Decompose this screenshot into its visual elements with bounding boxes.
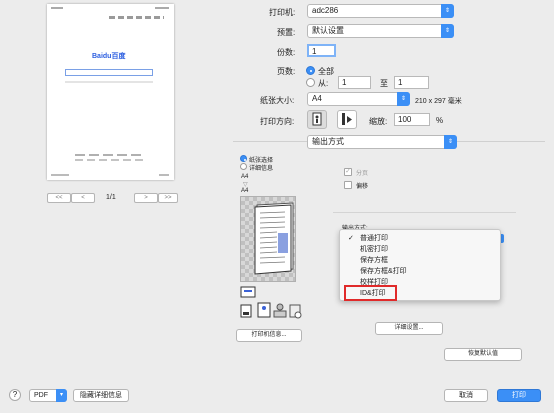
pdf-menu-button[interactable]: PDF ▾: [29, 389, 67, 402]
preview-footer-line: [75, 154, 145, 156]
printer-device-icons: [240, 286, 302, 319]
copies-label: 份数:: [277, 48, 296, 57]
menu-item-save-box[interactable]: 保存方框: [360, 256, 388, 265]
detail-info-label: 详细信息: [249, 166, 274, 172]
preview-logo-text: Baidu百度: [92, 53, 126, 60]
next-page-button[interactable]: >: [134, 193, 158, 203]
collate-label: 分页: [356, 171, 369, 177]
detail-settings-button[interactable]: 详细设置...: [375, 322, 443, 335]
highlight-box: [344, 285, 397, 301]
portrait-icon: [312, 112, 322, 126]
preview-header-text-right: [155, 7, 169, 9]
chevron-updown-icon: ⇕: [444, 135, 457, 149]
printer-popup[interactable]: adc286 ⇕: [307, 4, 454, 18]
section-popup-value: 输出方式: [312, 137, 344, 146]
landscape-orientation-button[interactable]: [337, 110, 357, 129]
section-popup[interactable]: 输出方式 ⇕: [307, 135, 457, 149]
checkmark-icon: ✓: [348, 235, 354, 242]
pages-all-label: 全部: [318, 67, 334, 76]
pages-all-radio[interactable]: [306, 66, 315, 75]
pages-range-radio[interactable]: [306, 78, 315, 87]
scale-unit: %: [436, 116, 444, 125]
hide-details-button[interactable]: 隐藏详细信息: [73, 389, 129, 402]
scale-field[interactable]: 100: [394, 113, 430, 126]
preview-logo: Baidu百度: [92, 51, 125, 61]
preset-value: 默认设置: [312, 26, 344, 35]
chevron-updown-icon: ⇕: [441, 4, 454, 18]
menu-item-normal-print[interactable]: 普通打印: [360, 234, 388, 243]
orientation-label: 打印方向:: [260, 117, 295, 126]
preview-page-footer-right: [159, 174, 169, 176]
arrow-down-icon: ▽: [243, 182, 248, 188]
paper-size-value: A4: [312, 94, 322, 103]
preview-top-links: [109, 16, 164, 19]
print-button[interactable]: 打印: [497, 389, 541, 402]
chevron-updown-icon: ⇕: [441, 24, 454, 38]
menu-item-save-box-print[interactable]: 保存方框&打印: [360, 267, 407, 276]
detail-info-radio[interactable]: [240, 163, 247, 170]
printer-info-button[interactable]: 打印机信息...: [236, 329, 302, 342]
pages-label: 页数:: [277, 67, 296, 76]
device-icons: [240, 285, 304, 321]
offset-checkbox[interactable]: [344, 181, 352, 189]
pages-from-field[interactable]: 1: [338, 76, 371, 89]
prev-page-button[interactable]: <: [71, 193, 95, 203]
preview-line: [65, 81, 153, 83]
collate-checkbox[interactable]: ✓: [344, 168, 352, 176]
portrait-orientation-button[interactable]: [307, 110, 327, 129]
printer-label: 打印机:: [269, 8, 296, 17]
preset-label: 预置:: [277, 28, 296, 37]
chevron-updown-icon: ⇕: [397, 92, 410, 106]
preview-footer-line-2: [75, 159, 145, 161]
print-preview-page: Baidu百度: [47, 4, 174, 180]
help-button[interactable]: ?: [9, 389, 21, 401]
page-indicator: 1/1: [106, 194, 116, 201]
last-page-button[interactable]: >>: [158, 193, 178, 203]
help-icon: ?: [12, 390, 18, 399]
landscape-icon: [342, 113, 352, 125]
paper-dims: 210 x 297 毫米: [415, 98, 462, 105]
scale-label: 缩放:: [369, 117, 388, 126]
menu-item-secure-print[interactable]: 机密打印: [360, 245, 388, 254]
first-page-button[interactable]: <<: [47, 193, 71, 203]
offset-label: 偏移: [356, 184, 369, 190]
printer-value: adc286: [312, 6, 339, 15]
chevron-down-icon: ▾: [56, 389, 67, 402]
paper-size-popup[interactable]: A4 ⇕: [307, 92, 410, 106]
paper-size-top: A4: [241, 174, 249, 180]
paper-size-label: 纸张大小:: [260, 96, 295, 105]
paper-size-bottom: A4: [241, 188, 249, 194]
preview-search-box: [65, 69, 153, 76]
pages-to-field[interactable]: 1: [394, 76, 429, 89]
paper-stack-icon: [254, 202, 294, 275]
restore-defaults-button[interactable]: 恢复默认值: [444, 348, 522, 361]
pdf-label: PDF: [34, 392, 48, 399]
preview-header-text: [51, 7, 63, 9]
preset-popup[interactable]: 默认设置 ⇕: [307, 24, 454, 38]
preview-page-footer-left: [51, 174, 69, 176]
paper-select-radio[interactable]: [240, 155, 247, 162]
pages-to-label: 至: [380, 79, 388, 88]
pages-from-label: 从:: [318, 79, 329, 88]
cancel-button[interactable]: 取消: [444, 389, 488, 402]
options-divider: [333, 212, 516, 213]
copies-field[interactable]: 1: [307, 44, 336, 57]
paper-output-preview: [240, 196, 296, 282]
